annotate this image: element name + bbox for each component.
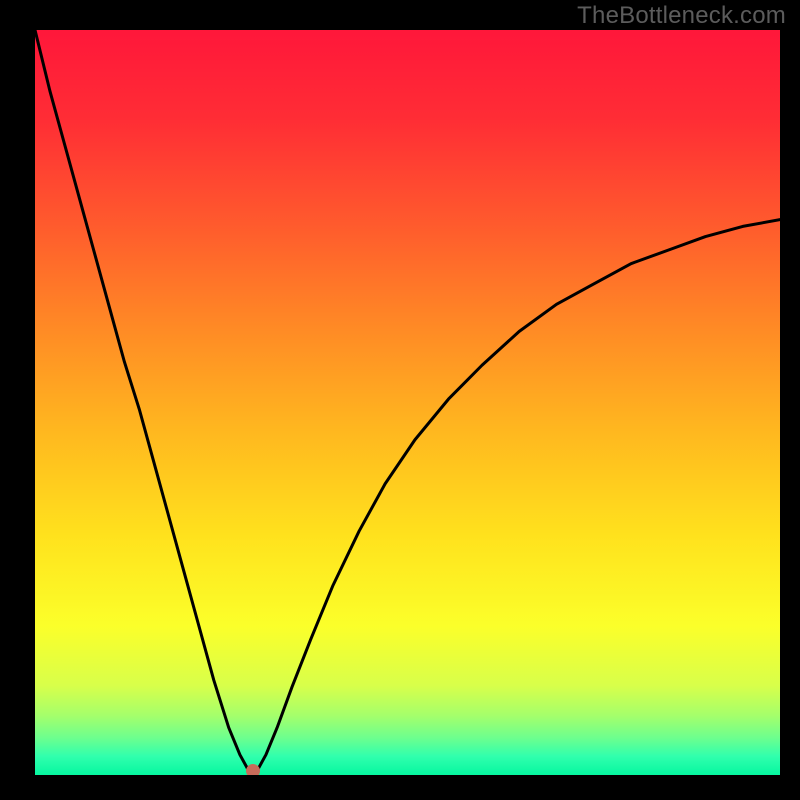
plot-area (35, 30, 780, 775)
gradient-background (35, 30, 780, 775)
chart-svg (35, 30, 780, 775)
watermark-text: TheBottleneck.com (577, 2, 786, 30)
minimum-marker-dot (246, 764, 260, 775)
chart-stage: TheBottleneck.com (0, 0, 800, 800)
